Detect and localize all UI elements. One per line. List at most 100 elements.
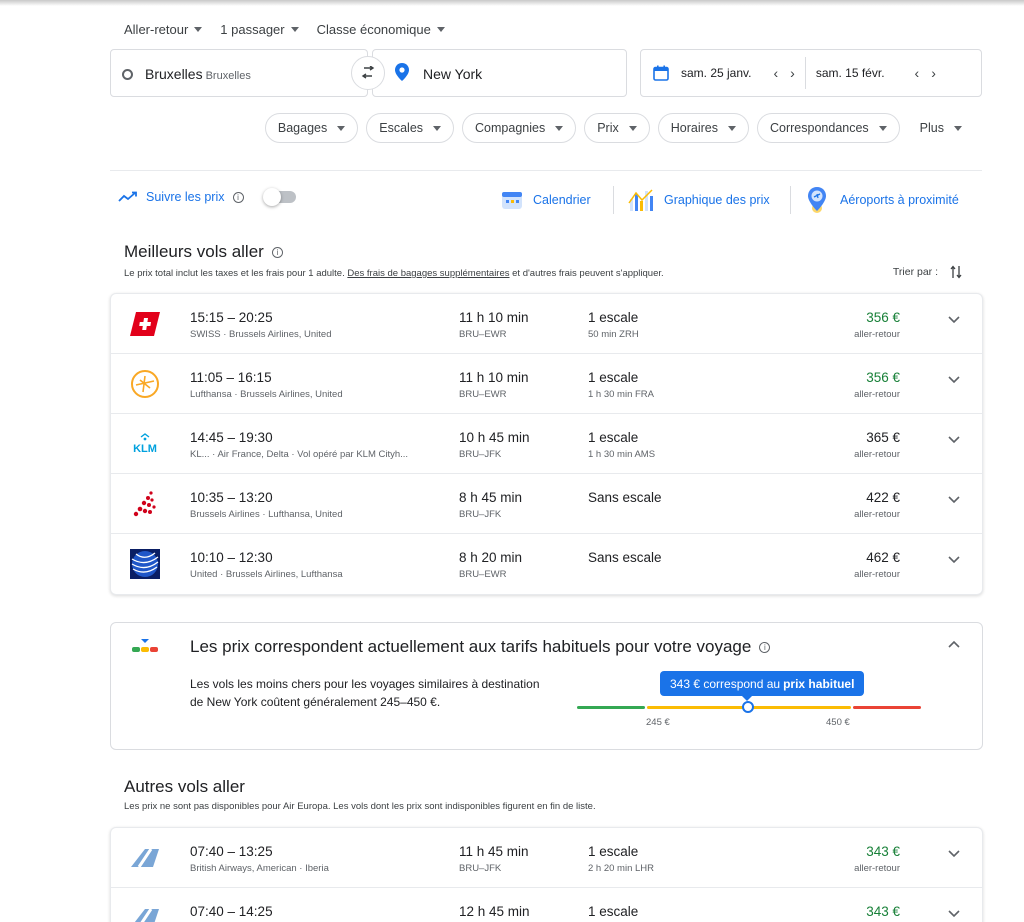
origin-circle-icon	[122, 69, 133, 80]
dates-field[interactable]: sam. 25 janv. ‹ › sam. 15 févr. ‹ ›	[640, 49, 982, 97]
flight-row[interactable]: 07:40 – 14:25 12 h 45 min 1 escale 343 €	[111, 888, 982, 922]
track-prices-toggle[interactable]	[262, 188, 296, 206]
next-date-arrow-icon[interactable]: ›	[790, 65, 795, 81]
chevron-down-icon[interactable]	[948, 556, 960, 564]
track-prices-label: Suivre les prix	[146, 190, 225, 204]
destination-field[interactable]: New York	[372, 49, 627, 97]
chevron-up-icon[interactable]	[948, 640, 960, 648]
flight-stops: Sans escale	[588, 550, 662, 565]
flight-route: BRU–JFK	[459, 863, 502, 874]
calendar-grid-icon	[502, 192, 522, 209]
caret-down-icon	[436, 27, 445, 32]
chevron-down-icon[interactable]	[948, 316, 960, 324]
flight-price-type: aller-retour	[854, 329, 900, 340]
trend-icon	[118, 191, 137, 202]
flight-row[interactable]: 11:05 – 16:15 Lufthansa · Brussels Airlin…	[111, 354, 982, 414]
depart-date[interactable]: sam. 25 janv. ‹ ›	[641, 50, 795, 96]
chevron-down-icon[interactable]	[948, 496, 960, 504]
chip-label: Correspondances	[770, 121, 869, 135]
british-airways-logo	[129, 843, 161, 873]
caret-down-icon	[337, 125, 346, 131]
return-date[interactable]: sam. 15 févr. ‹ ›	[816, 50, 936, 96]
insight-title-text: Les prix correspondent actuellement aux …	[190, 637, 752, 656]
chevron-down-icon[interactable]	[948, 436, 960, 444]
filter-compagnies[interactable]: Compagnies	[462, 113, 577, 143]
filter-plus[interactable]: Plus	[907, 113, 974, 143]
klm-logo: KLM	[129, 429, 161, 459]
chevron-down-icon[interactable]	[948, 376, 960, 384]
caret-down-icon	[878, 125, 887, 131]
chip-label: Compagnies	[475, 121, 546, 135]
class-select[interactable]: Classe économique	[317, 22, 445, 37]
flight-duration: 11 h 10 min	[459, 370, 529, 385]
tool-divider	[790, 186, 791, 214]
destination-city: New York	[423, 66, 483, 82]
prev-date-arrow-icon[interactable]: ‹	[773, 65, 778, 81]
flight-airlines: KL... · Air France, Delta · Vol opéré pa…	[190, 449, 409, 460]
nearby-airport-icon	[808, 187, 826, 213]
lufthansa-logo	[129, 369, 161, 399]
caret-down-icon	[954, 125, 962, 131]
flight-route: BRU–EWR	[459, 569, 507, 580]
flight-stops: Sans escale	[588, 490, 662, 505]
baggage-fees-link[interactable]: Des frais de bagages supplémentaires	[347, 268, 509, 279]
subtitle-text: Le prix total inclut les taxes et les fr…	[124, 268, 348, 279]
filter-chips: Bagages Escales Compagnies Prix Horaires…	[264, 113, 974, 143]
swap-button[interactable]	[351, 56, 385, 90]
flight-row[interactable]: 10:35 – 13:20 Brussels Airlines · Lufthan…	[111, 474, 982, 534]
info-icon[interactable]: i	[271, 246, 283, 258]
passengers-label: 1 passager	[220, 22, 285, 37]
price-graph-button[interactable]: Graphique des prix	[628, 184, 770, 216]
origin-field[interactable]: Bruxelles Bruxelles	[110, 49, 368, 97]
filter-bagages[interactable]: Bagages	[264, 113, 359, 143]
low-price-tick: 245 €	[646, 717, 670, 728]
flight-price: 422 €	[866, 490, 900, 505]
filter-horaires[interactable]: Horaires	[657, 113, 749, 143]
price-bar-high	[853, 706, 921, 709]
trip-type-select[interactable]: Aller-retour	[124, 22, 203, 37]
brussels-airlines-logo	[129, 489, 161, 519]
flight-times: 15:15 – 20:25	[190, 310, 273, 325]
caret-down-icon	[555, 125, 564, 131]
flight-airlines: British Airways, American · Iberia	[190, 863, 329, 874]
flight-row[interactable]: 15:15 – 20:25 SWISS · Brussels Airlines, …	[111, 294, 982, 354]
best-flights-subtitle: Le prix total inclut les taxes et les fr…	[124, 268, 664, 279]
flight-times: 07:40 – 13:25	[190, 844, 273, 859]
flight-price-type: aller-retour	[854, 863, 900, 874]
chip-label: Plus	[919, 121, 944, 135]
caret-down-icon	[433, 125, 442, 131]
flight-airlines: SWISS · Brussels Airlines, United	[190, 329, 332, 340]
calendar-button[interactable]: Calendrier	[501, 184, 591, 216]
price-level-icon	[132, 639, 158, 652]
flight-row[interactable]: 07:40 – 13:25 British Airways, American ·…	[111, 828, 982, 888]
filter-escales[interactable]: Escales	[366, 113, 455, 143]
next-date-arrow-icon[interactable]: ›	[931, 65, 936, 81]
caret-down-icon	[728, 125, 736, 131]
chevron-down-icon[interactable]	[948, 850, 960, 858]
flight-stop-info: 1 h 30 min AMS	[588, 449, 656, 460]
british-airways-logo	[129, 903, 161, 922]
chevron-down-icon[interactable]	[948, 910, 960, 918]
sort-control[interactable]: Trier par :	[893, 265, 962, 279]
flight-times: 07:40 – 14:25	[190, 904, 273, 919]
flight-airlines: United · Brussels Airlines, Lufthansa	[190, 569, 343, 580]
nearby-airports-button[interactable]: Aéroports à proximité	[804, 184, 959, 216]
flight-row[interactable]: KLM 14:45 – 19:30 KL... · Air France, Delt…	[111, 414, 982, 474]
other-flights-subtitle: Les prix ne sont pas disponibles pour Ai…	[124, 801, 596, 812]
flight-times: 10:35 – 13:20	[190, 490, 273, 505]
other-flights-list: 07:40 – 13:25 British Airways, American ·…	[110, 827, 983, 922]
passengers-select[interactable]: 1 passager	[220, 22, 299, 37]
flight-route: BRU–JFK	[459, 509, 502, 520]
depart-date-text: sam. 25 janv.	[681, 66, 752, 80]
info-icon[interactable]: i	[232, 191, 244, 203]
prev-date-arrow-icon[interactable]: ‹	[915, 65, 920, 81]
flight-duration: 8 h 45 min	[459, 490, 523, 505]
info-icon[interactable]: i	[759, 641, 771, 653]
track-prices[interactable]: Suivre les prix i	[118, 188, 296, 206]
filter-correspondances[interactable]: Correspondances	[757, 113, 900, 143]
svg-text:KLM: KLM	[133, 443, 157, 455]
origin-subtitle: Bruxelles	[205, 70, 251, 82]
flight-duration: 8 h 20 min	[459, 550, 523, 565]
flight-row[interactable]: 10:10 – 12:30 United · Brussels Airlines,…	[111, 534, 982, 594]
filter-prix[interactable]: Prix	[584, 113, 650, 143]
